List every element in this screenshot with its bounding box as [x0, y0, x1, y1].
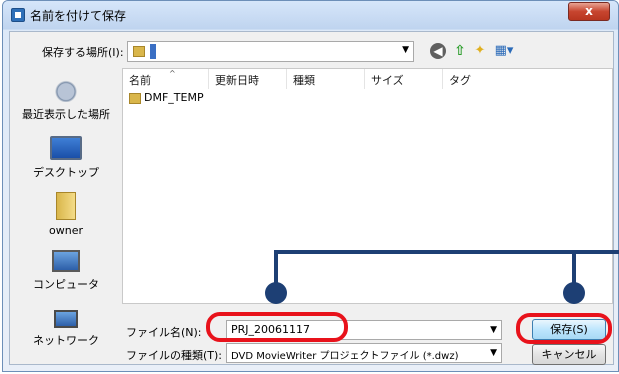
chevron-down-icon[interactable]: ▼	[402, 45, 409, 55]
column-header-label: 名前	[129, 74, 151, 87]
folder-icon	[129, 92, 141, 104]
filename-label: ファイル名(N):	[126, 326, 202, 339]
place-desktop[interactable]: デスクトップ	[12, 136, 120, 180]
file-list[interactable]: 名前 ^ 更新日時 種類 サイズ タグ DMF_TEMP	[122, 68, 613, 304]
back-icon[interactable]: ◀	[430, 43, 446, 59]
callout-dot-filename	[265, 282, 287, 304]
sort-ascending-icon: ^	[169, 69, 176, 78]
chevron-down-icon[interactable]: ▼	[490, 348, 497, 358]
close-button[interactable]: x	[568, 2, 610, 21]
filetype-label: ファイルの種類(T):	[126, 349, 223, 362]
save-location-label: 保存する場所(I):	[42, 46, 124, 59]
recent-places-icon	[51, 76, 81, 102]
title-bar: 名前を付けて保存 x	[3, 1, 618, 29]
text-cursor-selection	[150, 44, 156, 59]
column-header-size[interactable]: サイズ	[365, 69, 443, 89]
cancel-button[interactable]: キャンセル	[532, 344, 606, 365]
place-recent[interactable]: 最近表示した場所	[12, 76, 120, 122]
callout-dot-save	[563, 282, 585, 304]
network-icon	[54, 310, 78, 328]
save-button-highlight	[516, 313, 612, 344]
place-label: ネットワーク	[33, 334, 99, 347]
callout-line-horizontal	[274, 250, 619, 254]
place-label: 最近表示した場所	[22, 108, 110, 121]
places-bar: 最近表示した場所 デスクトップ owner コンピュータ ネットワーク	[12, 68, 120, 364]
column-header-tags[interactable]: タグ	[443, 69, 523, 89]
place-computer[interactable]: コンピュータ	[12, 250, 120, 292]
filetype-value: DVD MovieWriter プロジェクトファイル (*.dwz)	[231, 351, 459, 362]
place-label: デスクトップ	[33, 166, 99, 179]
app-icon	[11, 8, 25, 22]
window-title: 名前を付けて保存	[30, 9, 127, 23]
filetype-select[interactable]: DVD MovieWriter プロジェクトファイル (*.dwz) ▼	[226, 343, 502, 363]
list-item-name: DMF_TEMP	[144, 91, 204, 104]
computer-icon	[52, 250, 80, 272]
folder-icon	[133, 46, 145, 57]
new-folder-icon[interactable]: ✦	[472, 43, 488, 59]
place-label: owner	[49, 224, 83, 237]
list-item[interactable]: DMF_TEMP	[129, 91, 204, 109]
desktop-icon	[50, 136, 82, 160]
place-network[interactable]: ネットワーク	[12, 310, 120, 348]
column-header-type[interactable]: 種類	[287, 69, 365, 89]
column-header-modified[interactable]: 更新日時	[209, 69, 287, 89]
place-owner[interactable]: owner	[12, 192, 120, 237]
place-label: コンピュータ	[33, 278, 99, 291]
filename-highlight	[206, 312, 348, 342]
up-folder-icon[interactable]: ⇧	[452, 43, 468, 59]
chevron-down-icon[interactable]: ▼	[490, 325, 497, 335]
user-folder-icon	[56, 192, 76, 220]
navigation-toolbar: ◀ ⇧ ✦ ▦▾	[430, 41, 520, 61]
save-location-combo[interactable]: ▼	[127, 41, 414, 62]
views-menu-icon[interactable]: ▦▾	[494, 43, 514, 59]
column-header-name[interactable]: 名前 ^	[123, 69, 209, 89]
